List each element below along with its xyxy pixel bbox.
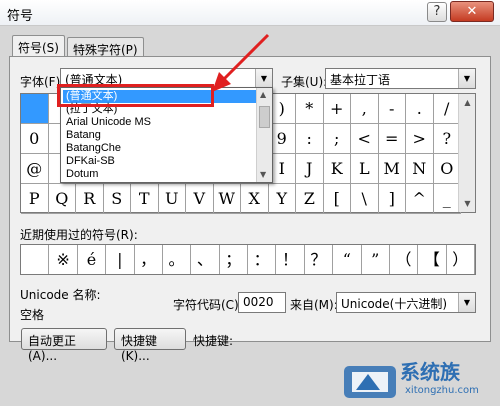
dropdown-scrollbar[interactable]: ▲ ▼ xyxy=(256,88,272,182)
symbol-cell[interactable]: O xyxy=(433,154,461,184)
symbol-cell[interactable]: Z xyxy=(296,184,324,214)
recent-symbol-cell[interactable]: ： xyxy=(248,245,277,274)
font-list-item[interactable]: Batang xyxy=(63,129,256,142)
unicode-name-label: Unicode 名称: xyxy=(20,288,101,302)
scroll-down-icon[interactable]: ▼ xyxy=(260,170,266,179)
tab-special-characters[interactable]: 特殊字符(P) xyxy=(67,37,144,57)
symbol-cell[interactable]: / xyxy=(433,94,461,124)
char-code-input[interactable]: 0020 xyxy=(238,292,286,313)
symbol-cell[interactable]: * xyxy=(296,94,324,124)
scroll-up-icon[interactable]: ▲ xyxy=(260,90,266,99)
symbol-cell[interactable]: : xyxy=(296,124,324,154)
window-title: 符号 xyxy=(7,9,34,24)
shortcut-key-label: 快捷键: xyxy=(193,334,234,348)
symbol-cell[interactable]: L xyxy=(351,154,379,184)
font-list-item[interactable]: BatangChe xyxy=(63,142,256,155)
from-label: 来自(M): xyxy=(290,298,338,312)
scroll-up-icon[interactable]: ▲ xyxy=(459,94,476,111)
recent-symbol-cell[interactable]: ※ xyxy=(49,245,78,274)
recent-symbol-cell[interactable]: ” xyxy=(362,245,390,274)
symbol-cell[interactable]: W xyxy=(213,184,241,214)
symbol-cell[interactable]: T xyxy=(131,184,159,214)
from-combo[interactable]: Unicode(十六进制) ▼ xyxy=(336,292,476,313)
recent-symbol-cell[interactable]: ！ xyxy=(276,245,305,274)
char-code-label: 字符代码(C): xyxy=(173,298,243,312)
symbol-cell[interactable]: Y xyxy=(268,184,296,214)
watermark-text: 系统族 xyxy=(400,360,460,384)
grid-scrollbar[interactable]: ▲ ▼ xyxy=(458,94,475,212)
recent-symbol-cell[interactable]: ？ xyxy=(305,245,334,274)
symbol-cell[interactable]: X xyxy=(241,184,269,214)
recent-symbol-cell[interactable]: ， xyxy=(135,245,163,274)
watermark-url: xitongzhu.com xyxy=(405,385,479,396)
font-list-item[interactable]: Dotum xyxy=(63,168,256,181)
shortcut-key-button[interactable]: 快捷键(K)... xyxy=(114,328,186,363)
recent-symbol-cell[interactable]: “ xyxy=(333,245,362,274)
recent-symbols[interactable]: ※ é |，。、；：！？ “” （【） xyxy=(20,244,476,275)
symbol-cell[interactable]: 0 xyxy=(21,124,49,154)
symbol-cell[interactable]: S xyxy=(103,184,131,214)
symbol-cell[interactable]: ] xyxy=(378,184,406,214)
from-combo-value: Unicode(十六进制) xyxy=(341,297,448,311)
recent-symbol-cell[interactable] xyxy=(21,245,50,274)
symbol-cell[interactable]: @ xyxy=(21,154,49,184)
chevron-down-icon[interactable]: ▼ xyxy=(458,293,475,312)
symbol-cell[interactable]: - xyxy=(378,94,406,124)
symbol-cell[interactable]: + xyxy=(323,94,351,124)
recent-label: 近期使用过的符号(R): xyxy=(20,228,138,242)
subset-combo[interactable]: 基本拉丁语 ▼ xyxy=(325,68,476,89)
symbol-cell[interactable]: U xyxy=(158,184,186,214)
highlight-box xyxy=(57,84,214,107)
scroll-down-icon[interactable]: ▼ xyxy=(459,195,476,212)
close-button[interactable]: ✕ xyxy=(450,1,494,22)
symbol-cell[interactable]: \ xyxy=(351,184,379,214)
recent-symbol-cell[interactable]: ） xyxy=(447,245,475,274)
font-list-item[interactable]: DFKai-SB xyxy=(63,155,256,168)
symbol-cell[interactable]: R xyxy=(76,184,104,214)
symbol-cell[interactable]: = xyxy=(378,124,406,154)
recent-symbol-cell[interactable]: 。 xyxy=(163,245,192,274)
symbol-cell[interactable]: ? xyxy=(433,124,461,154)
unicode-name-value: 空格 xyxy=(20,308,45,322)
symbol-cell[interactable]: , xyxy=(351,94,379,124)
symbol-cell[interactable]: > xyxy=(406,124,434,154)
symbol-cell[interactable]: P xyxy=(21,184,49,214)
recent-symbol-cell[interactable]: ； xyxy=(220,245,248,274)
symbol-cell[interactable]: [ xyxy=(323,184,351,214)
recent-symbol-cell[interactable]: （ xyxy=(390,245,419,274)
subset-combo-value: 基本拉丁语 xyxy=(330,73,391,87)
symbol-cell[interactable]: M xyxy=(378,154,406,184)
symbol-cell[interactable]: V xyxy=(186,184,214,214)
font-list-item[interactable]: Arial Unicode MS xyxy=(63,116,256,129)
symbol-cell[interactable]: K xyxy=(323,154,351,184)
symbol-cell[interactable]: . xyxy=(406,94,434,124)
chevron-down-icon[interactable]: ▼ xyxy=(458,69,475,88)
title-bar xyxy=(0,0,500,26)
symbol-cell[interactable]: N xyxy=(406,154,434,184)
recent-symbol-cell[interactable]: é xyxy=(78,245,107,274)
chevron-down-icon[interactable]: ▼ xyxy=(255,69,272,88)
symbol-cell[interactable]: ; xyxy=(323,124,351,154)
symbol-cell[interactable] xyxy=(21,94,49,124)
symbol-cell[interactable]: Q xyxy=(48,184,76,214)
recent-symbol-cell[interactable]: 、 xyxy=(191,245,220,274)
recent-symbol-cell[interactable]: | xyxy=(106,245,135,274)
help-button[interactable]: ? xyxy=(427,2,447,22)
subset-label: 子集(U): xyxy=(281,75,328,89)
tab-symbols[interactable]: 符号(S) xyxy=(12,35,65,57)
symbol-cell[interactable]: ^ xyxy=(406,184,434,214)
symbol-cell[interactable]: _ xyxy=(433,184,461,214)
symbol-cell[interactable]: < xyxy=(351,124,379,154)
symbol-cell[interactable]: J xyxy=(296,154,324,184)
recent-symbol-cell[interactable]: 【 xyxy=(418,245,447,274)
autocorrect-button[interactable]: 自动更正(A)... xyxy=(21,328,107,363)
scroll-thumb[interactable] xyxy=(259,106,270,128)
